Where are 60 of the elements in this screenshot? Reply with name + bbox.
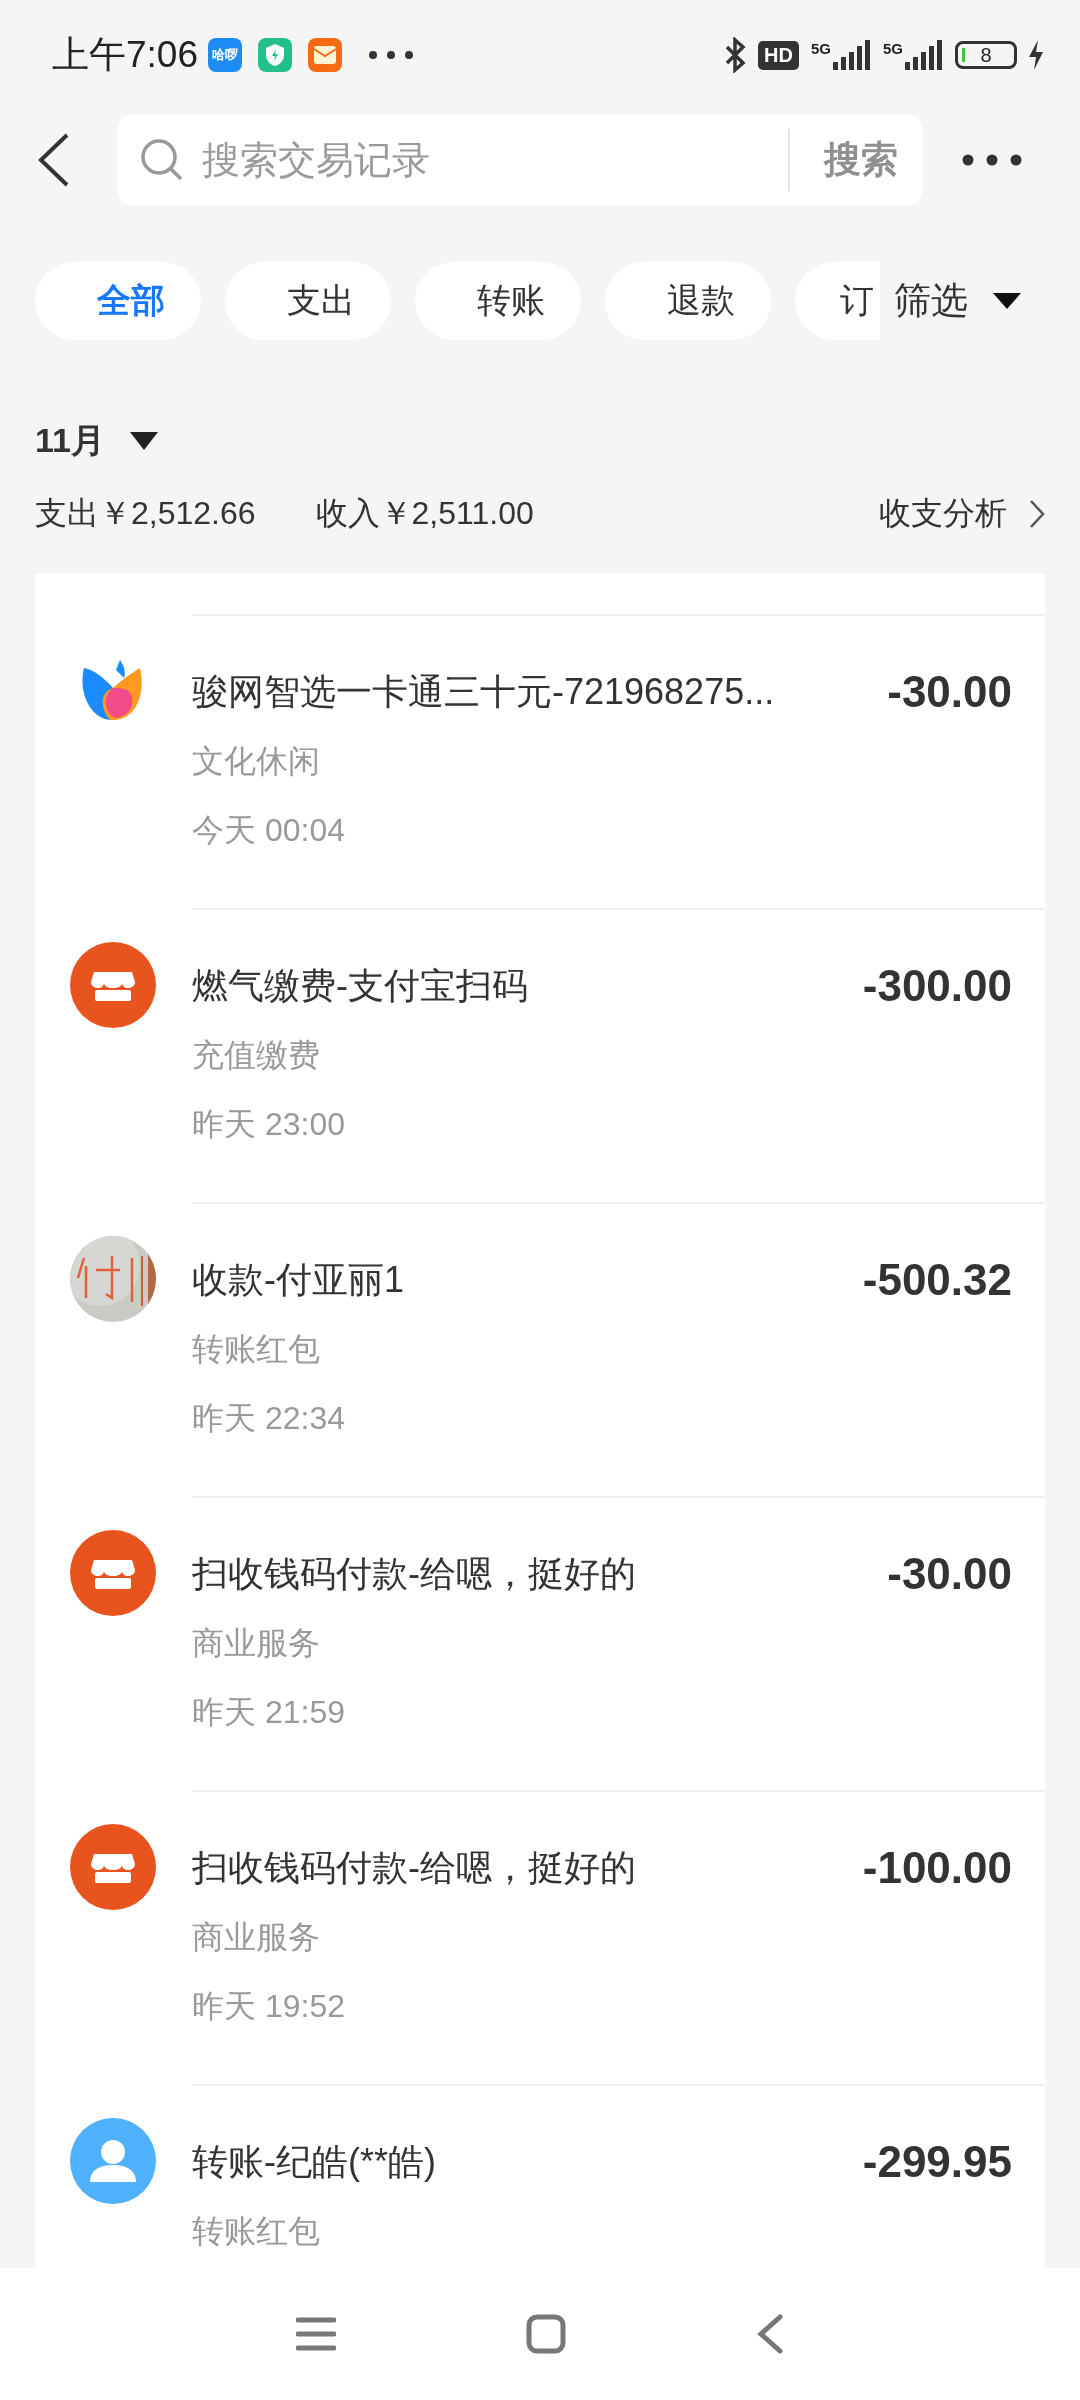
transaction-title: 骏网智选一卡通三十元-721968275... [192,670,776,714]
transaction-title: 燃气缴费-支付宝扫码 [192,964,529,1008]
transaction-category: 商业服务 [192,1624,321,1663]
charging-icon [1027,39,1045,71]
transaction-category: 转账红包 [192,2212,321,2251]
store-icon [70,942,156,1028]
hd-badge: HD [758,40,799,70]
dropdown-icon [992,292,1022,310]
transaction-title: 转账-纪皓(**皓) [192,2140,437,2184]
home-icon[interactable] [526,2314,566,2354]
app-notification-icon: 哈啰 [208,38,242,72]
store-icon [70,1530,156,1616]
filter-tab[interactable]: 退款 [605,262,771,340]
income-total: 收入￥2,511.00 [315,494,534,533]
transaction-row[interactable]: 收款-付亚丽1 转账红包 昨天 22:34 -500.32 [35,1202,1045,1496]
bluetooth-icon [724,37,747,73]
month-selector[interactable]: 11月 [35,418,1080,464]
transaction-row[interactable]: 燃气缴费-支付宝扫码 充值缴费 昨天 23:00 -300.00 [35,908,1045,1202]
transaction-row[interactable]: 扫收钱码付款-给嗯，挺好的 商业服务 昨天 21:59 -30.00 [35,1496,1045,1790]
more-notifications-icon [368,50,414,60]
transaction-row[interactable]: 转账-纪皓(**皓) 转账红包 -299.95 [35,2084,1045,2268]
transaction-amount: -30.00 [887,666,1012,718]
more-icon[interactable] [962,154,1022,166]
transaction-title: 扫收钱码付款-给嗯，挺好的 [192,1846,637,1890]
transaction-time: 昨天 19:52 [192,1987,346,2026]
expense-total: 支出￥2,512.66 [35,494,256,533]
analysis-link[interactable]: 收支分析 [879,492,1045,536]
transaction-category: 充值缴费 [192,1036,321,1075]
signal-icon [905,40,945,70]
network-label: 5G [810,40,831,57]
battery-icon: 8 [955,41,1017,69]
dropdown-icon [128,431,159,451]
transaction-time: 昨天 21:59 [192,1693,346,1732]
clock-time: 上午7:06 [52,33,198,77]
transaction-row[interactable]: 骏网智选一卡通三十元-721968275... 文化休闲 今天 00:04 -30.00 [35,614,1045,908]
filter-tab[interactable]: 全部 [35,262,201,340]
transaction-time: 昨天 23:00 [192,1105,346,1144]
transaction-title: 收款-付亚丽1 [192,1258,405,1302]
transaction-amount: -30.00 [887,1548,1012,1600]
menu-icon[interactable] [296,2317,336,2351]
store-icon [70,1824,156,1910]
transaction-amount: -299.95 [862,2136,1012,2188]
network-label: 5G [883,40,903,57]
chevron-right-icon [1029,499,1045,529]
transaction-time: 今天 00:04 [192,811,346,850]
filter-tab[interactable]: 订 [795,262,880,340]
transaction-category: 转账红包 [192,1330,321,1369]
transaction-amount: -500.32 [862,1254,1012,1306]
transaction-time: 昨天 22:34 [192,1399,346,1438]
filter-tab[interactable]: 支出 [225,262,391,340]
transaction-amount: -300.00 [862,960,1012,1012]
search-icon [140,138,184,182]
filter-tab[interactable]: 转账 [415,262,581,340]
transaction-category: 商业服务 [192,1918,321,1957]
transaction-amount: -100.00 [862,1842,1012,1894]
transaction-category: 文化休闲 [192,742,321,781]
signal-icon [833,40,873,70]
person-avatar-icon [70,2118,156,2204]
transaction-title: 扫收钱码付款-给嗯，挺好的 [192,1552,637,1596]
transaction-row[interactable]: 扫收钱码付款-给嗯，挺好的 商业服务 昨天 19:52 -100.00 [35,1790,1045,2084]
